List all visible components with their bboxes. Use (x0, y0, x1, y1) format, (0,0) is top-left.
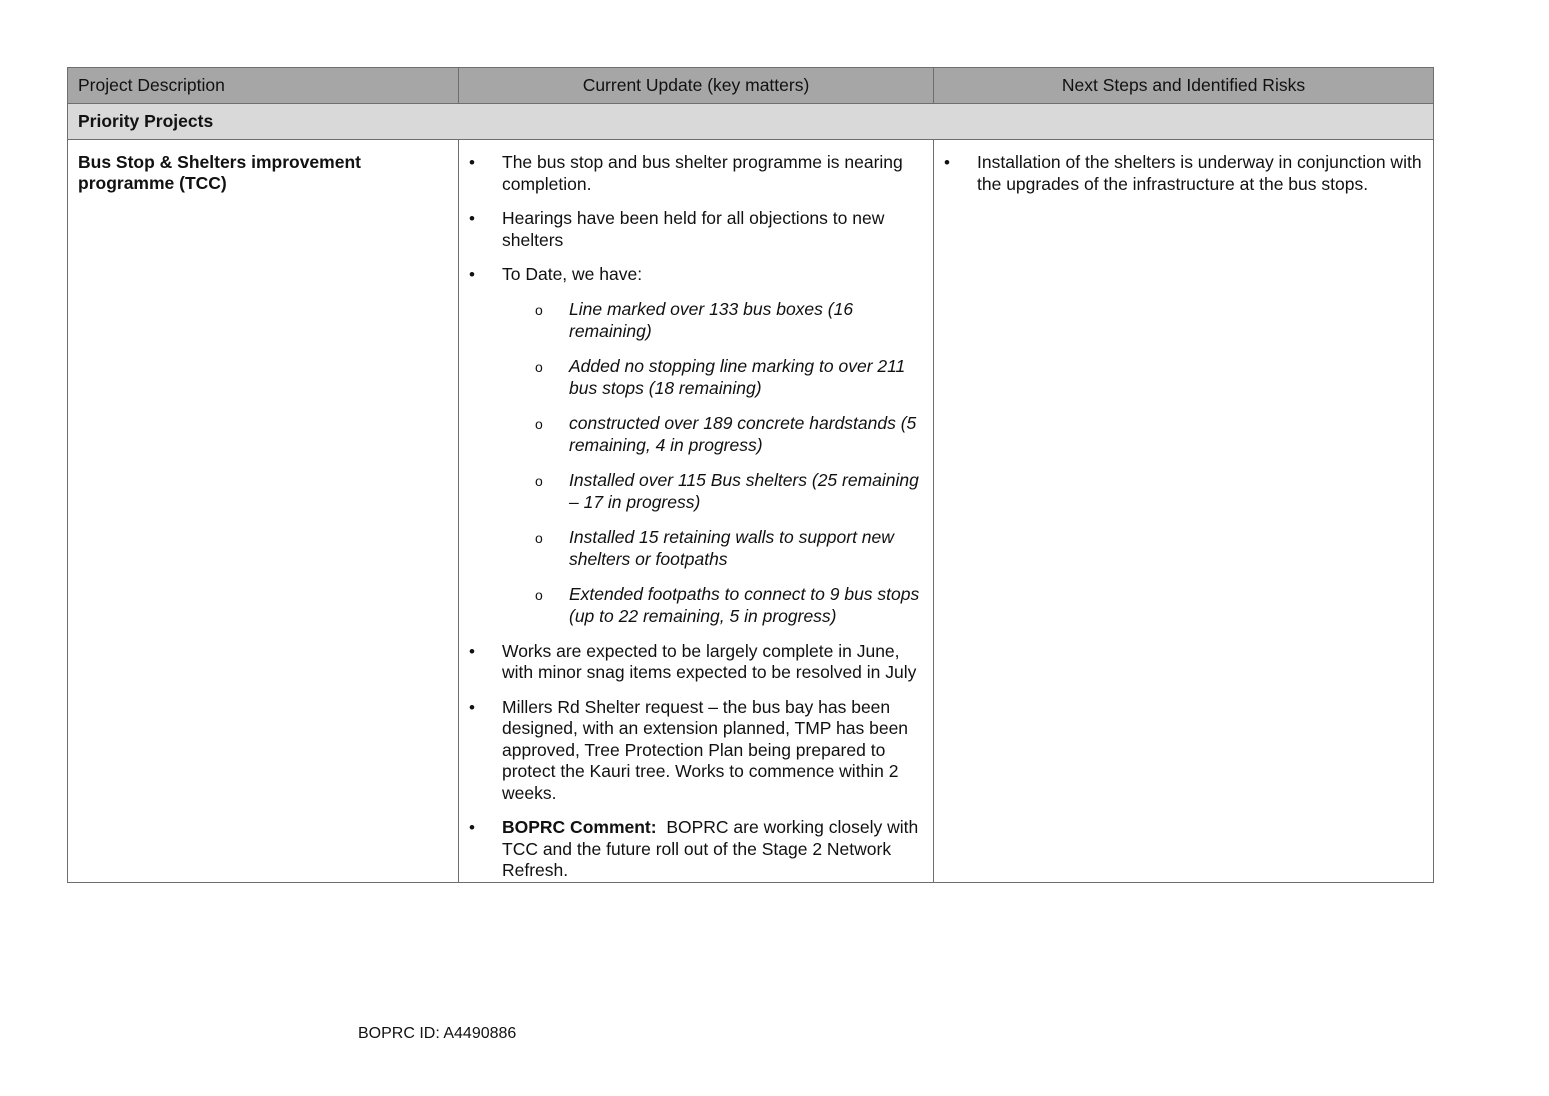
comment-label: BOPRC Comment: (502, 817, 657, 837)
hollow-circle-bullet-icon: o (535, 301, 543, 318)
sub-list-item-text: Installed 15 retaining walls to support … (569, 526, 894, 570)
sub-list-item: o constructed over 189 concrete hardstand… (502, 412, 923, 457)
project-name: Bus Stop & Shelters improvement programm… (78, 152, 361, 193)
hollow-circle-bullet-icon: o (535, 472, 543, 489)
hollow-circle-bullet-icon: o (535, 529, 543, 546)
list-item: The bus stop and bus shelter programme i… (469, 152, 923, 195)
list-item: Millers Rd Shelter request – the bus bay… (469, 697, 923, 805)
section-title-priority-projects: Priority Projects (67, 103, 1434, 140)
sub-list-item-text: Extended footpaths to connect to 9 bus s… (569, 583, 920, 627)
document-id: BOPRC ID: A4490886 (358, 1025, 517, 1042)
next-steps-list: Installation of the shelters is underway… (944, 152, 1423, 195)
hollow-circle-bullet-icon: o (535, 586, 543, 603)
section-row: Priority Projects (67, 103, 1434, 140)
sub-list-item-text: Installed over 115 Bus shelters (25 rema… (569, 469, 919, 513)
header-project-description: Project Description (67, 67, 459, 104)
update-list: The bus stop and bus shelter programme i… (469, 152, 923, 882)
hollow-circle-bullet-icon: o (535, 415, 543, 432)
sub-list-item: o Line marked over 133 bus boxes (16 rema… (502, 298, 923, 343)
list-item: Hearings have been held for all objectio… (469, 208, 923, 251)
header-next-steps: Next Steps and Identified Risks (933, 67, 1434, 104)
next-steps-cell: Installation of the shelters is underway… (933, 139, 1434, 883)
table-header-row: Project Description Current Update (key … (67, 67, 1434, 104)
project-status-table: Project Description Current Update (key … (67, 67, 1434, 883)
list-item-to-date: To Date, we have: o Line marked over 133 … (469, 264, 923, 628)
list-item: Works are expected to be largely complet… (469, 641, 923, 684)
to-date-heading: To Date, we have: (502, 264, 643, 284)
sub-list-item: o Installed over 115 Bus shelters (25 rem… (502, 469, 923, 514)
sub-list-item-text: Added no stopping line marking to over 2… (569, 355, 906, 399)
to-date-sublist: o Line marked over 133 bus boxes (16 rema… (502, 298, 923, 628)
project-description-cell: Bus Stop & Shelters improvement programm… (67, 139, 459, 883)
sub-list-item-text: constructed over 189 concrete hardstands… (569, 412, 917, 456)
sub-list-item: o Extended footpaths to connect to 9 bus … (502, 583, 923, 628)
header-current-update: Current Update (key matters) (458, 67, 934, 104)
sub-list-item-text: Line marked over 133 bus boxes (16 remai… (569, 298, 854, 342)
sub-list-item: o Installed 15 retaining walls to support… (502, 526, 923, 571)
table-row: Bus Stop & Shelters improvement programm… (67, 139, 1434, 883)
list-item-boprc-comment: BOPRC Comment: BOPRC are working closely… (469, 817, 923, 882)
current-update-cell: The bus stop and bus shelter programme i… (458, 139, 934, 883)
list-item: Installation of the shelters is underway… (944, 152, 1423, 195)
sub-list-item: o Added no stopping line marking to over … (502, 355, 923, 400)
hollow-circle-bullet-icon: o (535, 358, 543, 375)
